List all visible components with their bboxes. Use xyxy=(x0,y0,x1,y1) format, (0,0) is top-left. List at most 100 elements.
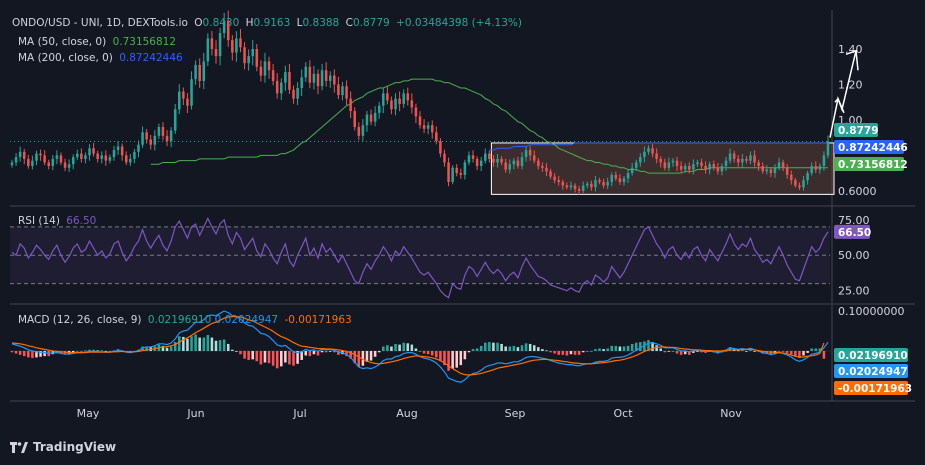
candle xyxy=(732,153,736,159)
rsi-value-label: 66.50 xyxy=(838,227,871,239)
candle xyxy=(141,132,144,145)
tradingview-logo[interactable]: TradingView xyxy=(10,440,116,454)
macd-hist-bar xyxy=(377,351,381,353)
macd-hist-bar xyxy=(573,351,577,355)
macd-hist-bar xyxy=(508,346,512,351)
candle xyxy=(520,157,524,166)
macd-hist-bar xyxy=(76,351,79,352)
macd-hist-bar xyxy=(312,351,316,355)
candle xyxy=(826,141,830,156)
time-tick-nov: Nov xyxy=(720,407,742,420)
macd-hist-bar xyxy=(320,351,324,353)
macd-hist-bar xyxy=(496,342,499,351)
rsi-label: RSI (14) xyxy=(18,215,60,227)
macd-hist-bar xyxy=(500,343,503,351)
candle xyxy=(798,185,801,188)
candle xyxy=(235,38,238,53)
candle xyxy=(357,127,361,136)
macd-hist-bar xyxy=(14,351,18,354)
candle xyxy=(610,174,614,182)
macd-hist-bar xyxy=(206,335,210,351)
candle xyxy=(161,127,165,136)
macd-hist-bar xyxy=(541,349,544,351)
candle xyxy=(724,160,728,166)
macd-hist-bar xyxy=(790,351,793,355)
macd-hist-bar xyxy=(406,343,410,351)
macd-hist-bar xyxy=(255,351,259,362)
chart-canvas[interactable]: 1.401.201.000.60000.87790.872424460.7315… xyxy=(0,0,925,465)
price-legend: ONDO/USD - UNI, 1D, DEXTools.io O0.8430 … xyxy=(12,17,525,30)
macd-hist-bar xyxy=(663,351,667,353)
macd-hist-bar xyxy=(222,339,226,351)
macd-hist-bar xyxy=(292,351,295,366)
time-tick-sep: Sep xyxy=(505,407,526,420)
ma50-label: MA (50, close, 0) xyxy=(18,36,107,48)
macd-hist-bar xyxy=(630,343,634,351)
candle xyxy=(31,160,34,166)
candle xyxy=(71,157,75,165)
open-label: O xyxy=(194,17,203,29)
candle xyxy=(683,166,687,170)
macd-hist-bar xyxy=(488,342,491,351)
candle xyxy=(243,47,246,64)
macd-hist-bar xyxy=(451,351,454,369)
macd-hist-bar xyxy=(565,351,569,356)
candle xyxy=(716,167,720,172)
high-value: 0.9163 xyxy=(253,17,291,29)
candle xyxy=(822,155,826,166)
macd-hist-bar xyxy=(386,345,389,351)
macd-hist-bar xyxy=(806,351,809,353)
macd-hist-bar xyxy=(288,351,291,365)
candle xyxy=(280,82,283,94)
candle xyxy=(259,66,263,76)
candle xyxy=(618,178,622,182)
macd-hist-bar xyxy=(235,351,238,352)
macd-hist-bar xyxy=(810,348,813,351)
macd-hist-bar xyxy=(267,351,271,364)
macd-hist-bar xyxy=(598,348,601,351)
candle xyxy=(153,135,157,145)
macd-label-0: 0.02196910 xyxy=(838,350,908,362)
candle xyxy=(59,155,63,163)
candle xyxy=(545,167,548,172)
macd-hist-bar xyxy=(618,346,622,351)
candle xyxy=(80,153,83,159)
macd-hist-bar xyxy=(382,346,385,351)
candle xyxy=(663,162,667,168)
candle xyxy=(39,153,42,156)
candle xyxy=(667,162,671,168)
candle xyxy=(390,100,393,110)
macd-hist-bar xyxy=(198,337,201,351)
candle xyxy=(43,155,46,163)
candle xyxy=(173,109,177,131)
macd-hist-bar xyxy=(512,345,516,351)
candle xyxy=(35,153,38,161)
candle xyxy=(557,180,560,182)
macd-hist-bar xyxy=(822,351,826,359)
macd-hist-bar xyxy=(169,346,173,351)
candle xyxy=(137,144,140,152)
macd-hist-bar xyxy=(753,351,756,352)
candle xyxy=(479,160,483,166)
macd-hist-bar xyxy=(467,351,471,353)
candle xyxy=(810,166,813,174)
macd-hist-bar xyxy=(594,349,597,351)
candle xyxy=(341,86,344,96)
macd-hist-bar xyxy=(736,350,740,352)
candle xyxy=(785,167,789,175)
macd-hist-bar xyxy=(259,351,263,365)
ma50-legend: MA (50, close, 0) 0.73156812 xyxy=(18,36,179,49)
candle xyxy=(324,70,328,81)
candle xyxy=(116,146,120,151)
macd-hist-bar xyxy=(31,351,34,359)
candle xyxy=(475,158,479,166)
candle xyxy=(402,93,405,104)
candle xyxy=(426,125,430,129)
candle xyxy=(133,151,136,159)
candle xyxy=(643,151,646,158)
candle xyxy=(353,111,356,127)
candle xyxy=(55,155,59,159)
macd-hist-bar xyxy=(516,347,520,351)
candle xyxy=(120,146,124,156)
macd-hist-bar xyxy=(553,351,556,354)
